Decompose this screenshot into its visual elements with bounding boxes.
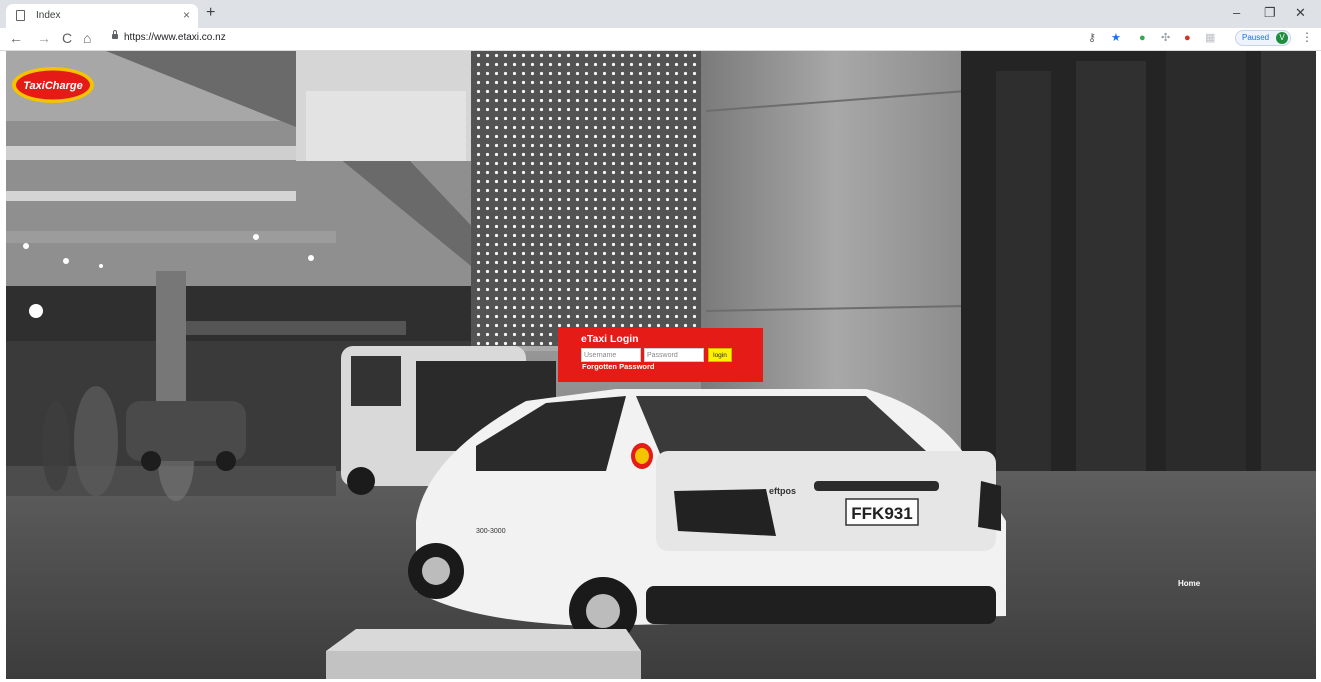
taxi-eftpos-badge: eftpos (769, 486, 796, 496)
restore-button[interactable]: ❐ (1264, 5, 1276, 21)
browser-menu-icon[interactable]: ⋮ (1301, 30, 1313, 44)
back-button[interactable]: ← (9, 30, 23, 46)
login-title: eTaxi Login (581, 333, 639, 345)
password-input[interactable] (644, 348, 704, 362)
tab-close-icon[interactable]: × (183, 8, 190, 22)
taxi-side-number: 300-3000 (476, 528, 506, 535)
home-button[interactable]: ⌂ (83, 30, 91, 46)
bookmark-star-icon[interactable]: ★ (1111, 31, 1121, 45)
new-tab-button[interactable]: + (206, 4, 215, 22)
page-viewport: FFK931 eftpos 300-3000 TaxiCharge eTaxi … (6, 51, 1316, 679)
grid-extension-icon[interactable]: ▦ (1205, 31, 1215, 45)
browser-toolbar: ← → C ⌂ https://www.etaxi.co.nz ⚷ ★ ● ✣ … (0, 28, 1321, 51)
login-button[interactable]: login (708, 348, 732, 362)
reload-button[interactable]: C (62, 30, 72, 46)
taxicharge-logo[interactable]: TaxiCharge (11, 66, 95, 104)
evernote-extension-icon[interactable]: ● (1139, 31, 1146, 45)
shield-extension-icon[interactable]: ● (1184, 31, 1191, 45)
minimize-button[interactable]: – (1233, 5, 1240, 20)
browser-tab[interactable]: Index × (6, 4, 198, 28)
address-bar[interactable]: https://www.etaxi.co.nz (124, 32, 226, 43)
lock-icon (112, 30, 118, 39)
home-link[interactable]: Home (1178, 579, 1200, 588)
paused-label: Paused (1242, 33, 1270, 42)
extension-icon[interactable]: ✣ (1161, 31, 1170, 45)
close-window-button[interactable]: ✕ (1295, 5, 1306, 21)
tab-title: Index (36, 10, 61, 21)
taxi-plate: FFK931 (851, 504, 912, 523)
key-icon[interactable]: ⚷ (1088, 31, 1096, 45)
avatar: V (1276, 32, 1288, 44)
page-icon (16, 10, 25, 21)
browser-tab-strip: Index × + – ❐ ✕ (0, 0, 1321, 28)
forgotten-password-link[interactable]: Forgotten Password (582, 362, 655, 371)
username-input[interactable] (581, 348, 641, 362)
forward-button[interactable]: → (37, 30, 51, 46)
login-panel: eTaxi Login login Forgotten Password (558, 328, 763, 382)
profile-paused-button[interactable]: Paused V (1235, 30, 1291, 46)
logo-text: TaxiCharge (23, 80, 83, 92)
